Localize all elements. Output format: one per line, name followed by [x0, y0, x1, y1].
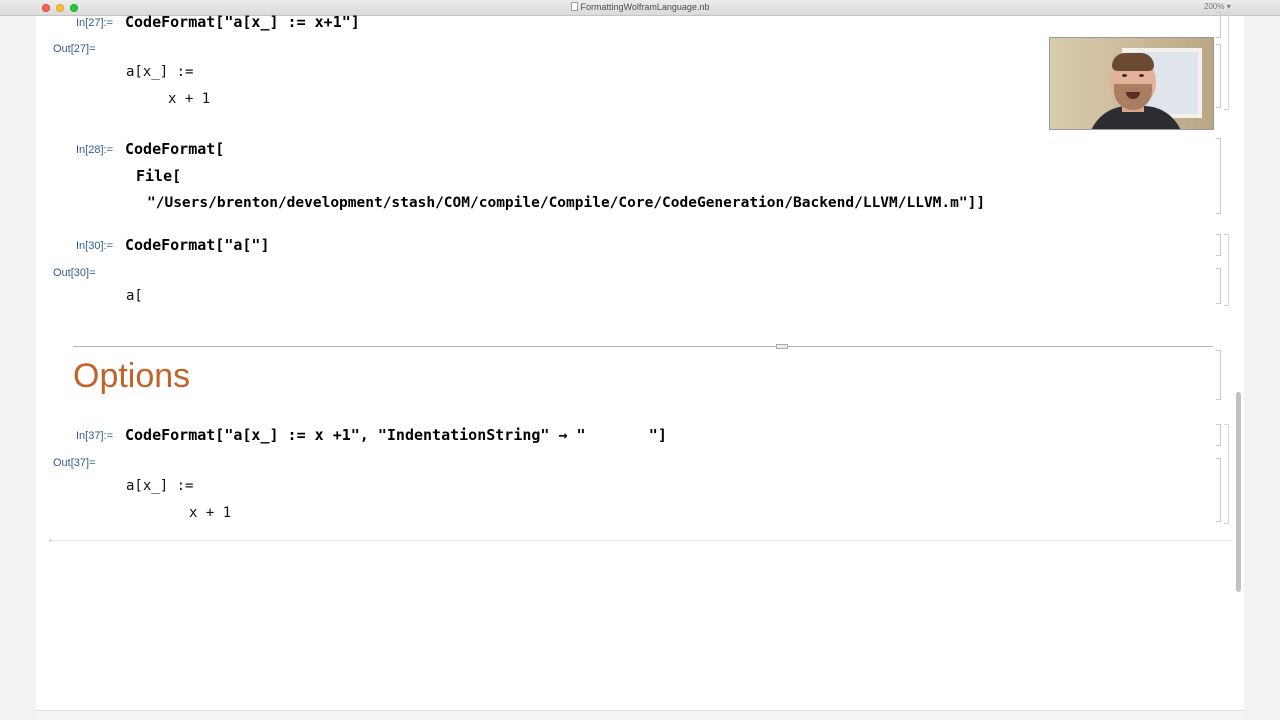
output-label-30: Out[30]=	[53, 267, 96, 279]
cell-bracket-out27[interactable]	[1216, 44, 1221, 108]
input-label-30: In[30]:=	[76, 240, 114, 252]
section-divider-handle[interactable]	[776, 344, 788, 349]
group-bracket-37[interactable]	[1224, 424, 1229, 524]
notebook-body[interactable]: In[27]:= CodeFormat["a[x_] := x+1"] Out[…	[36, 12, 1244, 720]
group-bracket-27[interactable]	[1224, 12, 1229, 110]
window-title: FormattingWolframLanguage.nb	[0, 2, 1280, 12]
window-title-text: FormattingWolframLanguage.nb	[580, 2, 710, 12]
cell-bracket-in30[interactable]	[1216, 234, 1221, 256]
document-icon	[570, 2, 578, 11]
left-gutter	[0, 16, 36, 720]
cell-bracket-out30[interactable]	[1216, 268, 1221, 304]
webcam-person-eye	[1139, 74, 1144, 77]
cell-insertion-line[interactable]	[52, 540, 1232, 541]
section-divider	[73, 346, 1213, 347]
output-line-27-2: x + 1	[168, 91, 211, 107]
cell-bracket-in37[interactable]	[1216, 424, 1221, 446]
input-code-28-line1[interactable]: CodeFormat[	[125, 140, 224, 158]
output-line-30-1: a[	[126, 288, 143, 304]
output-label-37: Out[37]=	[53, 457, 96, 469]
webcam-person-eye	[1122, 74, 1127, 77]
input-code-37[interactable]: CodeFormat["a[x_] := x +1", "Indentation…	[125, 426, 667, 444]
section-title[interactable]: Options	[73, 357, 190, 396]
cell-bracket-section[interactable]	[1216, 350, 1221, 400]
cell-bracket-in27[interactable]	[1216, 12, 1221, 38]
input-label-28: In[28]:=	[76, 144, 114, 156]
webcam-video-feed	[1049, 37, 1214, 130]
magnification-menu[interactable]: 200% ▾	[1204, 2, 1231, 11]
vertical-scrollbar-thumb[interactable]	[1236, 392, 1241, 592]
cell-bracket-in28[interactable]	[1216, 138, 1221, 214]
input-code-28-line3[interactable]: "/Users/brenton/development/stash/COM/co…	[147, 195, 985, 211]
input-code-28-line2[interactable]: File[	[136, 167, 181, 185]
input-label-37: In[37]:=	[76, 430, 114, 442]
window-status-bar	[36, 710, 1244, 720]
output-line-37-1: a[x_] :=	[126, 478, 194, 494]
input-code-30[interactable]: CodeFormat["a["]	[125, 236, 270, 254]
input-label-27: In[27]:=	[76, 17, 114, 29]
webcam-person-hair	[1112, 53, 1154, 71]
output-line-27-1: a[x_] :=	[126, 64, 194, 80]
output-line-37-2: x + 1	[189, 505, 232, 521]
cell-bracket-out37[interactable]	[1216, 458, 1221, 522]
input-code-27[interactable]: CodeFormat["a[x_] := x+1"]	[125, 13, 360, 31]
group-bracket-30[interactable]	[1224, 234, 1229, 306]
output-label-27: Out[27]=	[53, 43, 96, 55]
magnification-value: 200%	[1204, 2, 1225, 11]
vertical-scrollbar[interactable]	[1234, 16, 1242, 716]
right-gutter	[1244, 16, 1280, 720]
add-cell-icon[interactable]: +	[48, 537, 56, 545]
